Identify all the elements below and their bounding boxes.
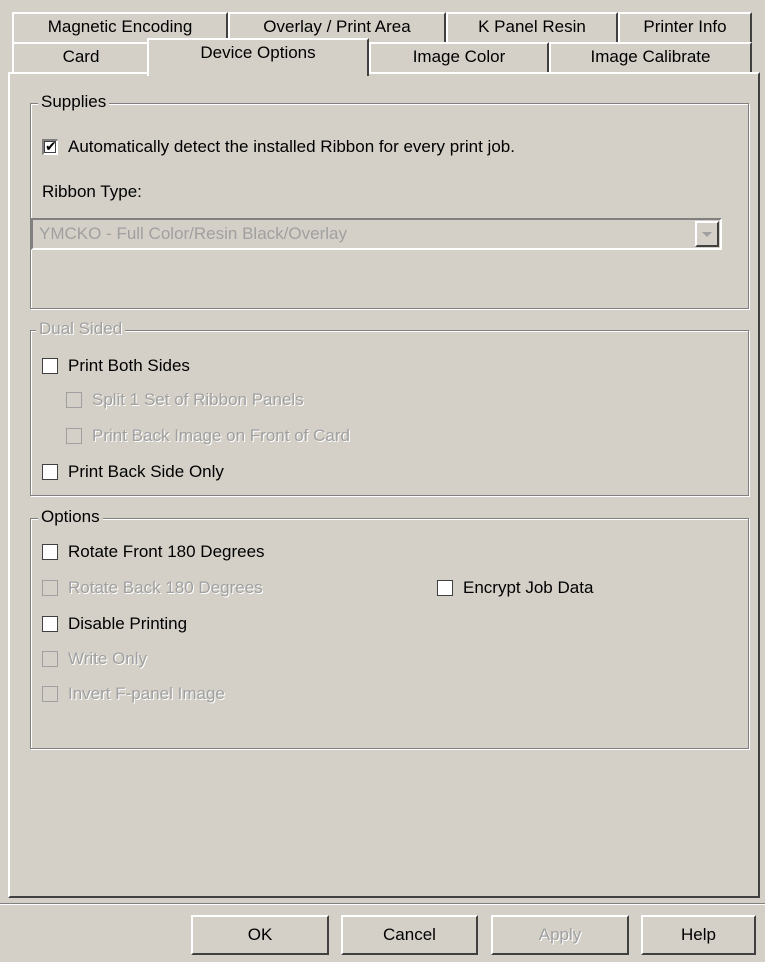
rotate-back-checkbox[interactable]: Rotate Back 180 Degrees bbox=[42, 578, 263, 598]
tab-k-panel-resin[interactable]: K Panel Resin bbox=[446, 12, 618, 42]
checkmark-icon: ✔ bbox=[45, 138, 57, 154]
print-back-on-front-checkbox[interactable]: Print Back Image on Front of Card bbox=[66, 426, 350, 446]
tab-printer-info[interactable]: Printer Info bbox=[618, 12, 752, 42]
tab-card[interactable]: Card bbox=[12, 42, 150, 72]
ok-label: OK bbox=[247, 925, 273, 944]
tab-image-calibrate[interactable]: Image Calibrate bbox=[549, 42, 752, 72]
rotate-front-checkbox[interactable]: Rotate Front 180 Degrees bbox=[42, 542, 265, 562]
checkbox-box[interactable] bbox=[437, 580, 453, 596]
tab-label: Image Color bbox=[412, 47, 506, 66]
help-button[interactable]: Help bbox=[641, 915, 756, 955]
help-label: Help bbox=[681, 925, 716, 944]
checkbox-box[interactable] bbox=[42, 616, 58, 632]
print-both-sides-checkbox[interactable]: Print Both Sides bbox=[42, 356, 190, 376]
write-only-label: Write Only bbox=[68, 649, 148, 668]
tab-label: Magnetic Encoding bbox=[47, 17, 193, 36]
cancel-label: Cancel bbox=[383, 925, 436, 944]
tab-label: Overlay / Print Area bbox=[263, 17, 411, 36]
print-back-on-front-label: Print Back Image on Front of Card bbox=[92, 426, 350, 445]
split-ribbon-label: Split 1 Set of Ribbon Panels bbox=[92, 390, 304, 409]
rotate-front-label: Rotate Front 180 Degrees bbox=[68, 542, 265, 561]
rotate-back-label: Rotate Back 180 Degrees bbox=[68, 578, 263, 597]
ok-button[interactable]: OK bbox=[191, 915, 329, 955]
tab-label: Printer Info bbox=[643, 17, 727, 36]
cancel-button[interactable]: Cancel bbox=[341, 915, 478, 955]
checkbox-box[interactable]: ✔ bbox=[42, 138, 58, 155]
checkbox-box[interactable] bbox=[42, 580, 58, 596]
options-legend: Options bbox=[38, 507, 103, 527]
print-back-only-checkbox[interactable]: Print Back Side Only bbox=[42, 462, 224, 482]
tab-label: K Panel Resin bbox=[478, 17, 586, 36]
ribbon-type-select[interactable]: YMCKO - Full Color/Resin Black/Overlay bbox=[31, 218, 722, 250]
print-back-only-label: Print Back Side Only bbox=[68, 462, 224, 481]
encrypt-job-data-checkbox[interactable]: Encrypt Job Data bbox=[437, 578, 593, 598]
ribbon-type-label: Ribbon Type: bbox=[42, 182, 142, 201]
print-both-sides-label: Print Both Sides bbox=[68, 356, 190, 375]
checkbox-box[interactable] bbox=[42, 464, 58, 480]
apply-button[interactable]: Apply bbox=[491, 915, 629, 955]
disable-printing-label: Disable Printing bbox=[68, 614, 188, 633]
supplies-group bbox=[30, 103, 749, 309]
write-only-checkbox[interactable]: Write Only bbox=[42, 649, 147, 669]
tab-label: Image Calibrate bbox=[590, 47, 711, 66]
tab-label: Device Options bbox=[200, 43, 316, 62]
tab-device-options[interactable]: Device Options bbox=[147, 38, 369, 76]
chevron-down-icon bbox=[702, 231, 712, 237]
tab-image-color[interactable]: Image Color bbox=[369, 42, 549, 72]
checkbox-box[interactable] bbox=[66, 428, 82, 444]
checkbox-box[interactable] bbox=[42, 686, 58, 702]
auto-detect-ribbon-checkbox[interactable]: ✔ Automatically detect the installed Rib… bbox=[42, 137, 515, 157]
dropdown-button[interactable] bbox=[695, 221, 719, 247]
checkbox-box[interactable] bbox=[42, 544, 58, 560]
dual-sided-legend: Dual Sided bbox=[36, 319, 126, 339]
button-bar-divider bbox=[0, 903, 765, 905]
tab-label: Card bbox=[62, 47, 100, 66]
checkbox-box[interactable] bbox=[66, 392, 82, 408]
encrypt-job-label: Encrypt Job Data bbox=[463, 578, 594, 597]
disable-printing-checkbox[interactable]: Disable Printing bbox=[42, 614, 187, 634]
auto-detect-label: Automatically detect the installed Ribbo… bbox=[68, 137, 515, 156]
split-ribbon-panels-checkbox[interactable]: Split 1 Set of Ribbon Panels bbox=[66, 390, 304, 410]
supplies-legend: Supplies bbox=[38, 92, 110, 112]
invert-fpanel-label: Invert F-panel Image bbox=[68, 684, 225, 703]
invert-fpanel-checkbox[interactable]: Invert F-panel Image bbox=[42, 684, 225, 704]
ribbon-type-value: YMCKO - Full Color/Resin Black/Overlay bbox=[39, 224, 347, 243]
apply-label: Apply bbox=[538, 925, 582, 944]
checkbox-box[interactable] bbox=[42, 358, 58, 374]
checkbox-box[interactable] bbox=[42, 651, 58, 667]
